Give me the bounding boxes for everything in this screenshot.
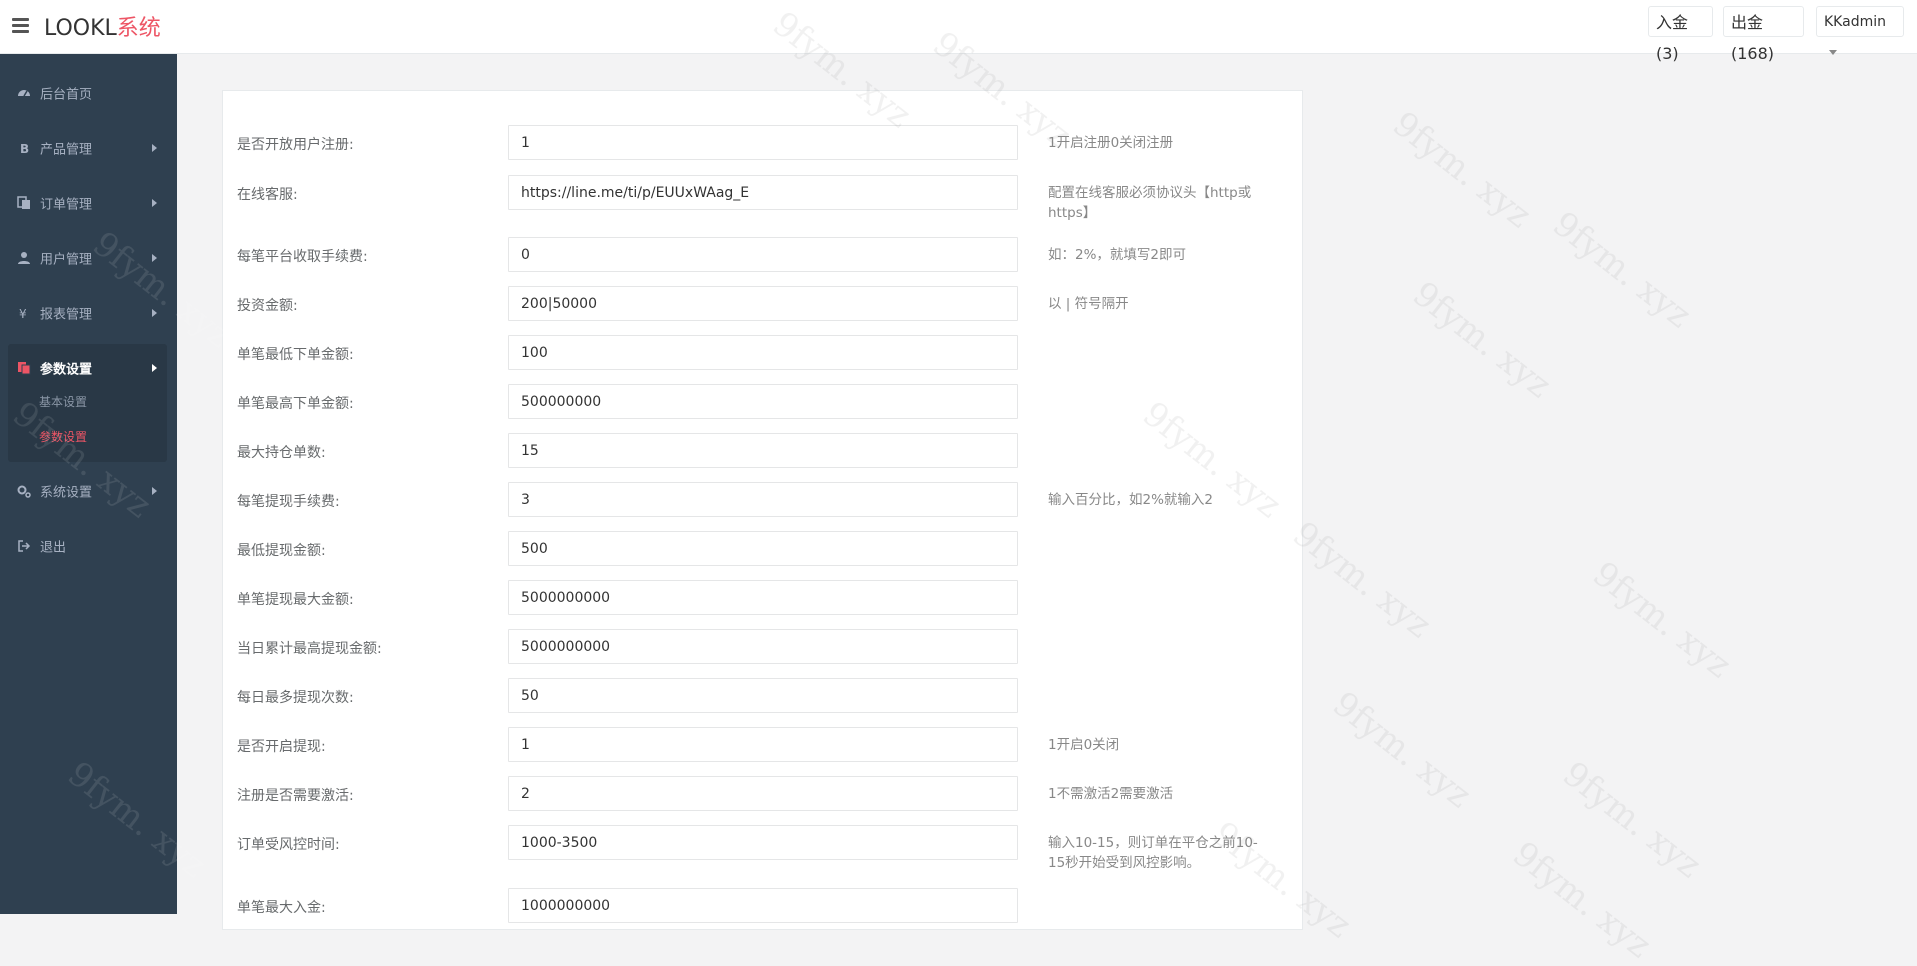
brand-accent: 系统: [116, 16, 161, 41]
watermark-text: 9fym. xyz: [1505, 833, 1659, 966]
yen-icon: ¥: [17, 306, 31, 320]
setting-input[interactable]: [508, 433, 1018, 468]
setting-input[interactable]: [508, 629, 1018, 664]
field-hint: 1开启注册0关闭注册: [1048, 135, 1174, 151]
sign-out-icon: [17, 539, 31, 553]
field-hint: 1不需激活2需要激活: [1048, 786, 1174, 802]
field-hint: 配置在线客服必须协议头【http或https】: [1048, 185, 1252, 221]
sidebar-item-label: 退出: [40, 540, 67, 556]
watermark-text: 9fym. xyz: [1285, 513, 1439, 647]
field-label: 单笔提现最大金额:: [237, 592, 354, 608]
deposit-button[interactable]: 入金(3): [1648, 6, 1713, 63]
sidebar-item-5[interactable]: ¥ 报表管理: [0, 286, 177, 340]
svg-text:B: B: [20, 142, 29, 155]
menu-toggle-icon[interactable]: [12, 15, 29, 37]
withdraw-button[interactable]: 出金(168): [1723, 6, 1804, 63]
setting-input[interactable]: [508, 580, 1018, 615]
settings-form-panel: 是否开放用户注册: 1开启注册0关闭注册在线客服: 配置在线客服必须协议头【http…: [222, 90, 1303, 930]
setting-input[interactable]: [508, 237, 1018, 272]
user-menu-button[interactable]: KKadmin: [1816, 6, 1904, 55]
setting-input[interactable]: [508, 482, 1018, 517]
field-label: 单笔最高下单金额:: [237, 396, 354, 412]
chevron-right-icon: [152, 254, 157, 262]
sidebar-item-6[interactable]: 参数设置: [0, 341, 177, 395]
brand-name: LOOKL: [44, 16, 117, 41]
chevron-right-icon: [152, 364, 157, 372]
top-header: LOOKL系统 入金(3) 出金(168) KKadmin: [0, 0, 1917, 63]
bitcoin-icon: B: [17, 141, 31, 155]
sidebar: 后台首页 B 产品管理 订单管理 用户管理 ¥ 报表管理 参数设置 系统设置 退出 基本设置 参数设置: [0, 54, 177, 914]
chevron-right-icon: [152, 487, 157, 495]
setting-input[interactable]: [508, 678, 1018, 713]
field-hint: 以 | 符号隔开: [1048, 296, 1129, 312]
sidebar-item-label: 系统设置: [40, 485, 93, 501]
sidebar-item-1[interactable]: 后台首页: [0, 66, 177, 120]
dashboard-icon: [17, 86, 31, 100]
user-name: KKadmin: [1824, 14, 1886, 30]
field-label: 每笔提现手续费:: [237, 494, 340, 510]
field-label: 是否开启提现:: [237, 739, 326, 755]
field-label: 最低提现金额:: [237, 543, 326, 559]
sidebar-subitem-2[interactable]: 参数设置: [39, 428, 87, 445]
chevron-right-icon: [152, 144, 157, 152]
field-label: 注册是否需要激活:: [237, 788, 354, 804]
setting-input[interactable]: [508, 175, 1018, 210]
chevron-right-icon: [152, 199, 157, 207]
sidebar-item-3[interactable]: 订单管理: [0, 176, 177, 230]
sidebar-item-label: 报表管理: [40, 307, 93, 323]
watermark-text: 9fym. xyz: [1325, 683, 1479, 817]
field-hint: 如：2%，就填写2即可: [1048, 247, 1187, 263]
svg-text:¥: ¥: [19, 307, 27, 320]
watermark-text: 9fym. xyz: [1555, 753, 1709, 887]
setting-input[interactable]: [508, 384, 1018, 419]
field-hint: 输入10-15，则订单在平仓之前10-15秒开始受到风控影响。: [1048, 835, 1258, 871]
watermark-text: 9fym. xyz: [1545, 203, 1699, 337]
brand-logo[interactable]: LOOKL系统: [44, 10, 161, 42]
setting-input[interactable]: [508, 776, 1018, 811]
sidebar-item-label: 后台首页: [40, 87, 93, 103]
sidebar-item-label: 产品管理: [40, 142, 93, 158]
field-label: 单笔最大入金:: [237, 900, 326, 916]
setting-input[interactable]: [508, 125, 1018, 160]
caret-down-icon: [1829, 50, 1837, 55]
setting-input[interactable]: [508, 531, 1018, 566]
field-label: 单笔最低下单金额:: [237, 347, 354, 363]
field-label: 订单受风控时间:: [237, 837, 340, 853]
copy-icon: [17, 196, 31, 210]
setting-input[interactable]: [508, 286, 1018, 321]
field-label: 最大持仓单数:: [237, 445, 326, 461]
field-label: 当日累计最高提现金额:: [237, 641, 382, 657]
chevron-right-icon: [152, 309, 157, 317]
watermark-text: 9fym. xyz: [1405, 273, 1559, 407]
field-label: 投资金额:: [237, 298, 298, 314]
field-label: 在线客服:: [237, 187, 298, 203]
sidebar-item-label: 参数设置: [40, 362, 93, 378]
sidebar-item-label: 订单管理: [40, 197, 93, 213]
sidebar-item-7[interactable]: 系统设置: [0, 464, 177, 518]
sidebar-item-8[interactable]: 退出: [0, 519, 177, 573]
watermark-text: 9fym. xyz: [1585, 553, 1739, 687]
files-icon: [17, 361, 31, 375]
field-label: 每日最多提现次数:: [237, 690, 354, 706]
sidebar-item-label: 用户管理: [40, 252, 93, 268]
field-label: 每笔平台收取手续费:: [237, 249, 368, 265]
setting-input[interactable]: [508, 727, 1018, 762]
gears-icon: [17, 484, 31, 498]
sidebar-subitem-1[interactable]: 基本设置: [39, 393, 87, 410]
field-label: 是否开放用户注册:: [237, 137, 354, 153]
field-hint: 1开启0关闭: [1048, 737, 1120, 753]
setting-input[interactable]: [508, 888, 1018, 923]
setting-input[interactable]: [508, 335, 1018, 370]
setting-input[interactable]: [508, 825, 1018, 860]
sidebar-item-4[interactable]: 用户管理: [0, 231, 177, 285]
field-hint: 输入百分比，如2%就输入2: [1048, 492, 1214, 508]
sidebar-item-2[interactable]: B 产品管理: [0, 121, 177, 175]
user-icon: [17, 251, 31, 265]
watermark-text: 9fym. xyz: [1385, 103, 1539, 237]
